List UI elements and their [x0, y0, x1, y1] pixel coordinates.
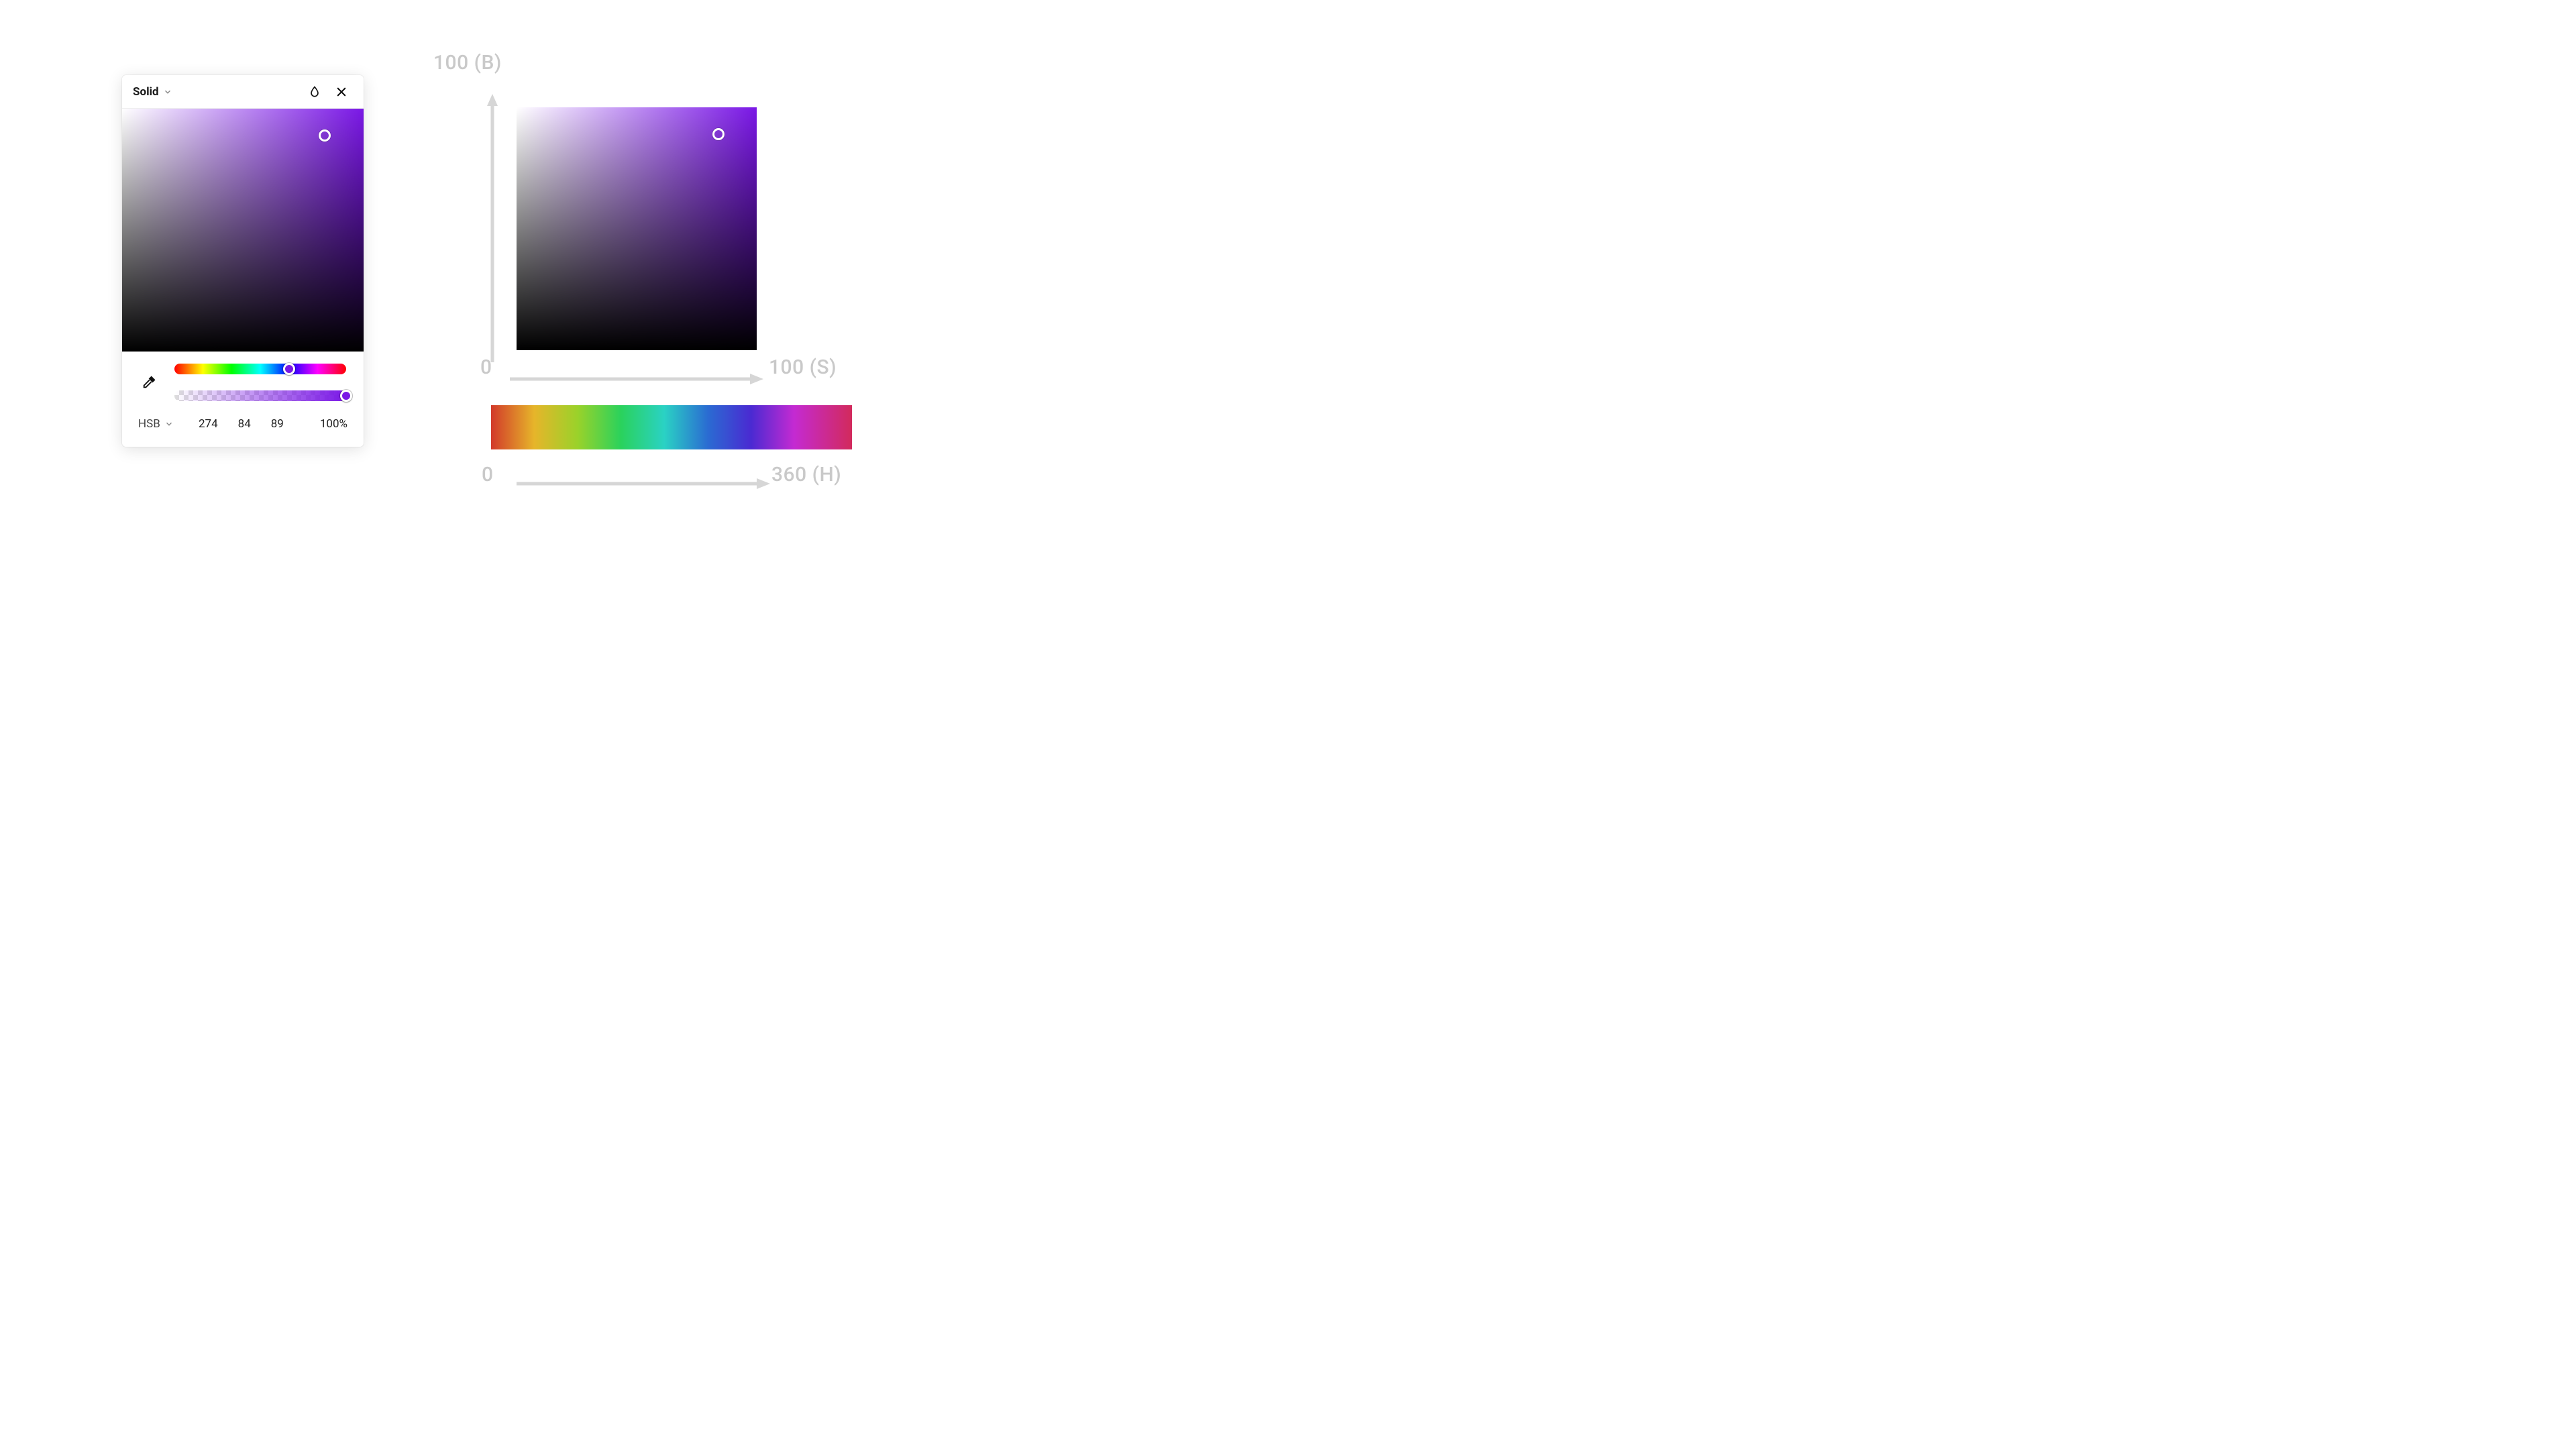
- chevron-down-icon[interactable]: [163, 87, 172, 97]
- color-picker-panel: Solid: [122, 75, 364, 447]
- diagram-hue-bar: [491, 405, 852, 449]
- close-icon[interactable]: [330, 80, 353, 103]
- sb-cursor[interactable]: [319, 129, 331, 142]
- hsb-diagram: 100 (B) 0 100 (S) 0 360 (H): [429, 54, 885, 510]
- color-values-row: HSB 274 84 89 100%: [122, 404, 364, 447]
- value-s[interactable]: 84: [238, 417, 251, 431]
- value-b[interactable]: 89: [271, 417, 284, 431]
- axis-h-max-label: 360 (H): [771, 463, 841, 486]
- color-picker-header: Solid: [122, 75, 364, 109]
- diagram-sb-field: [517, 107, 757, 350]
- color-model-label: HSB: [138, 417, 160, 431]
- axis-s-max-label: 100 (S): [769, 356, 837, 379]
- eyedropper-icon[interactable]: [140, 373, 158, 392]
- axis-origin-zero: 0: [480, 356, 492, 379]
- value-alpha[interactable]: 100%: [309, 417, 347, 431]
- fill-mode-label[interactable]: Solid: [133, 85, 159, 99]
- alpha-slider-thumb[interactable]: [340, 390, 352, 402]
- color-model-select[interactable]: HSB: [138, 417, 174, 431]
- diagram-sb-cursor: [712, 128, 724, 140]
- saturation-brightness-field[interactable]: [122, 109, 364, 352]
- axis-h-zero: 0: [482, 463, 494, 486]
- hue-slider-thumb[interactable]: [283, 363, 295, 375]
- axis-b-max-label: 100 (B): [433, 51, 502, 74]
- value-h[interactable]: 274: [199, 417, 218, 431]
- chevron-down-icon: [164, 419, 174, 429]
- sliders-row: [122, 352, 364, 404]
- droplet-icon[interactable]: [303, 80, 326, 103]
- hue-slider[interactable]: [174, 364, 346, 374]
- alpha-slider[interactable]: [174, 390, 346, 401]
